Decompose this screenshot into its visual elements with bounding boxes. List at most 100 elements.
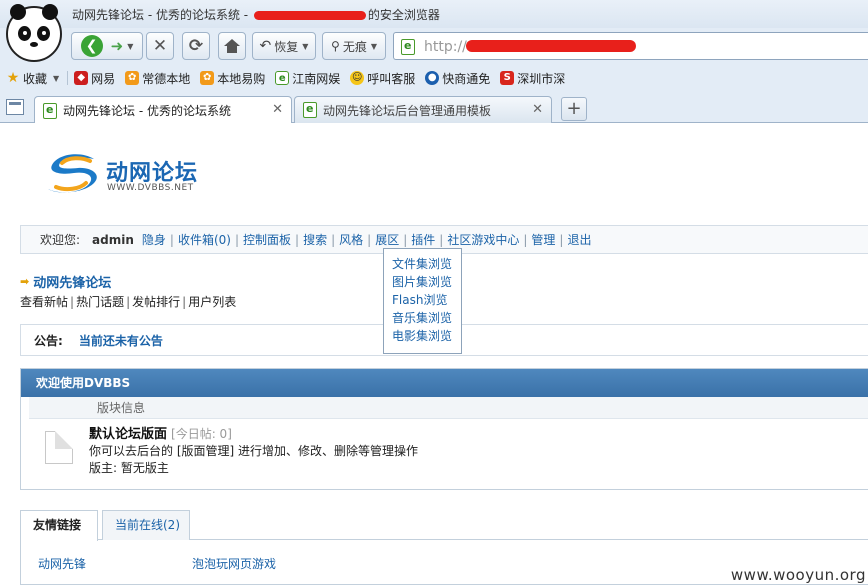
friend-link[interactable]: 动网先锋 [38,555,86,572]
stop-button[interactable]: ✕ [146,32,174,60]
showroom-dropdown: 文件集浏览 图片集浏览 Flash浏览 音乐集浏览 电影集浏览 [383,248,462,354]
dropdown-item-files[interactable]: 文件集浏览 [392,255,461,273]
site-logo[interactable]: 动网论坛 WWW.DVBBS.NET [44,147,204,202]
private-label: 无痕 [342,39,367,54]
divider: | [70,295,75,309]
undo-icon: ↶ [259,38,272,54]
board-description: 你可以去后台的 [版面管理] 进行增加、修改、删除等管理操作 [89,444,418,458]
dvbbs-swirl-icon [48,154,97,193]
tab-friend-links[interactable]: 友情链接 [20,510,98,541]
dropdown-item-music[interactable]: 音乐集浏览 [392,309,461,327]
bookmark-label: 江南网娱 [292,71,341,86]
bookmark-item[interactable]: ✿ 本地易购 [200,70,265,87]
menu-plugins-link[interactable]: 插件 [411,231,435,248]
menu-hide-link[interactable]: 隐身 [142,231,166,248]
page-ie-icon [43,102,57,119]
menu-logout-link[interactable]: 退出 [567,231,591,248]
divider: | [295,232,300,247]
forum-home-link[interactable]: 动网先锋论坛 [33,272,111,291]
menu-showroom-link[interactable]: 展区 [375,231,399,248]
chevron-down-icon[interactable]: ▼ [127,42,133,51]
reload-button[interactable]: ⟳ [182,32,210,60]
hot-topics-link[interactable]: 热门话题 [76,295,124,309]
breadcrumb: ➡ 动网先锋论坛 [20,272,111,291]
divider: | [126,295,131,309]
board-title: 默认论坛版面 [今日帖: 0] [89,423,232,442]
chevron-down-icon: ▼ [370,41,377,51]
bookmark-label: 网易 [91,71,116,86]
announcement-label: 公告: [34,333,63,348]
new-tab-button[interactable]: + [561,97,587,121]
tab-forum-home[interactable]: 动网先锋论坛 - 优秀的论坛系统 ✕ [34,96,292,124]
bookmark-label: 深圳市深 [517,71,566,86]
board-name-link[interactable]: 默认论坛版面 [89,427,167,442]
bookmark-item[interactable]: ✿ 常德本地 [125,70,190,87]
divider: | [403,232,408,247]
bookmark-item[interactable]: S 深圳市深 [500,70,565,87]
menu-manage-link[interactable]: 管理 [531,231,555,248]
tab-online-users[interactable]: 当前在线(2) [102,510,190,540]
bookmark-item[interactable]: e 江南网娱 [275,70,340,87]
browser-chrome: 动网先锋论坛 - 优秀的论坛系统 - 的安全浏览器 ❮ ➜ ▼ ✕ ⟳ ↶ 恢复… [0,0,868,124]
page-ie-icon: e [275,71,290,85]
bookmark-label: 常德本地 [142,71,191,86]
dropdown-item-images[interactable]: 图片集浏览 [392,273,461,291]
menu-search-link[interactable]: 搜索 [303,231,327,248]
chevron-down-icon: ▼ [53,73,60,83]
close-icon[interactable]: ✕ [532,102,543,117]
forum-category-header[interactable]: 欢迎使用DVBBS [21,369,868,397]
watermark: www.wooyun.org [730,566,866,584]
close-icon[interactable]: ✕ [272,102,283,117]
navigation-toolbar: ❮ ➜ ▼ ✕ ⟳ ↶ 恢复 ▼ ⚲ 无痕 ▼ http:// [0,30,868,64]
divider: | [169,232,174,247]
divider: | [331,232,336,247]
menu-game-center-link[interactable]: 社区游戏中心 [447,231,519,248]
panda-ear [10,4,26,20]
board-today-count: [今日帖: 0] [171,427,232,441]
table-row: 默认论坛版面 [今日帖: 0] 你可以去后台的 [版面管理] 进行增加、修改、删除… [21,419,868,489]
post-ranking-link[interactable]: 发帖排行 [132,295,180,309]
menu-inbox-link[interactable]: 收件箱(0) [178,231,231,248]
bookmark-label: 本地易购 [217,71,266,86]
tab-admin-template[interactable]: 动网先锋论坛后台管理通用模板 ✕ [294,96,552,123]
address-bar[interactable]: http:// [393,32,868,60]
username[interactable]: admin [92,233,134,247]
title-bar: 动网先锋论坛 - 优秀的论坛系统 - 的安全浏览器 [0,0,868,28]
new-posts-link[interactable]: 查看新帖 [20,295,68,309]
dropdown-item-flash[interactable]: Flash浏览 [392,291,461,309]
bookmark-item[interactable]: ☺ 呼叫客服 [350,70,415,87]
menu-control-panel-link[interactable]: 控制面板 [243,231,291,248]
redaction-mark [253,11,366,20]
arrow-right-icon: ➡ [20,275,30,288]
quick-links: 查看新帖 | 热门话题 | 发帖排行 | 用户列表 [20,293,236,310]
private-mode-button[interactable]: ⚲ 无痕 ▼ [322,32,386,60]
page-ie-icon [303,102,317,118]
logo-subtitle: WWW.DVBBS.NET [107,183,194,193]
announcement-text[interactable]: 当前还未有公告 [79,332,163,349]
back-forward-group: ❮ ➜ ▼ [71,32,143,60]
friend-link[interactable]: 泡泡玩网页游戏 [192,555,276,572]
smiley-icon: ☺ [350,71,365,85]
page-ie-icon [401,39,415,55]
favorites-menu[interactable]: ★ 收藏 ▼ [6,70,59,87]
url-text[interactable]: http:// [424,39,467,55]
forward-arrow-icon[interactable]: ➜ [111,37,124,55]
s-logo-icon: S [500,71,515,85]
dropdown-item-movies[interactable]: 电影集浏览 [392,327,461,345]
page-content: 动网论坛 WWW.DVBBS.NET 欢迎您: admin 隐身 | 收件箱(0… [0,123,868,585]
back-arrow-icon[interactable]: ❮ [80,35,103,57]
globe-icon: ● [425,71,440,85]
bookmark-item[interactable]: ● 快商通免 [425,70,490,87]
window-title-prefix: 动网先锋论坛 - 优秀的论坛系统 - [72,8,252,22]
netease-icon: ◆ [74,71,89,85]
user-list-link[interactable]: 用户列表 [188,295,236,309]
divider: | [523,232,528,247]
divider: | [367,232,372,247]
menu-style-link[interactable]: 风格 [339,231,363,248]
restore-button[interactable]: ↶ 恢复 ▼ [252,32,316,60]
home-button[interactable] [218,32,246,60]
board-document-icon [45,431,73,464]
tab-overview-icon[interactable] [6,99,24,115]
column-header: 版块信息 [29,397,868,419]
bookmark-item[interactable]: ◆ 网易 [74,70,115,87]
